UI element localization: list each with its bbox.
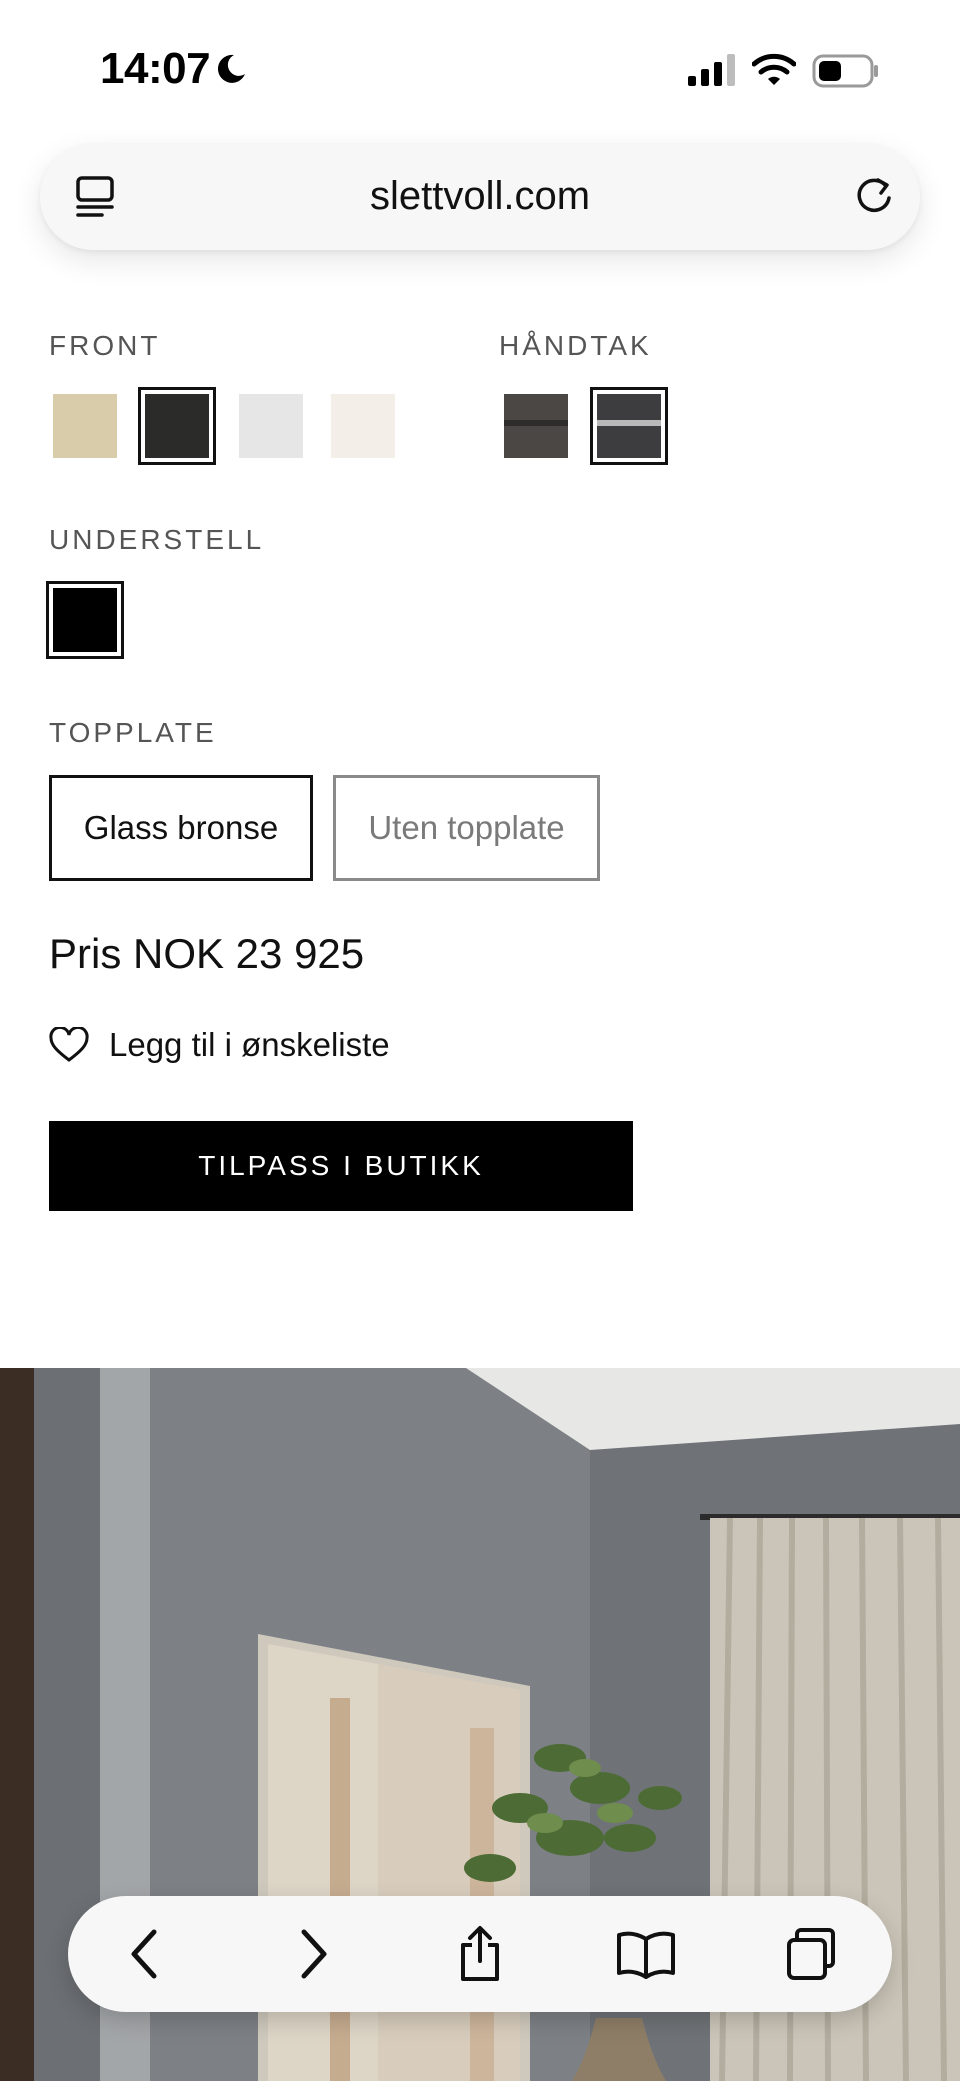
status-time: 14:07 [100, 44, 211, 93]
cellular-signal-icon [688, 54, 735, 86]
share-icon[interactable] [455, 1925, 505, 1983]
bookmarks-icon[interactable] [615, 1929, 677, 1979]
front-swatch-light-oak[interactable] [53, 394, 117, 458]
share-button[interactable] [448, 1922, 512, 1986]
price: Pris NOK 23 925 [49, 930, 365, 977]
forward-button[interactable] [280, 1922, 344, 1986]
address-bar[interactable]: slettvoll.com [40, 144, 920, 250]
add-to-wishlist[interactable]: Legg til i ønskeliste [49, 1026, 390, 1064]
heart-icon[interactable] [49, 1027, 89, 1063]
front-swatch-light-grey[interactable] [239, 394, 303, 458]
top-option-none[interactable]: Uten topplate [333, 775, 600, 881]
forward-icon[interactable] [292, 1928, 332, 1980]
handle-label: HÅNDTAK [499, 330, 652, 361]
reload-icon[interactable] [850, 172, 898, 220]
back-icon[interactable] [126, 1928, 166, 1980]
base-swatch-black[interactable] [46, 581, 124, 659]
handle-swatch-dark-bronze[interactable] [504, 394, 568, 458]
front-swatch-off-white[interactable] [331, 394, 395, 458]
status-bar: 14:07 [0, 0, 960, 130]
base-label: UNDERSTELL [49, 524, 265, 555]
top-option-glass-bronze[interactable]: Glass bronse [49, 775, 313, 881]
top-label: TOPPLATE [49, 717, 217, 748]
moon-icon [217, 54, 245, 83]
front-swatch-black[interactable] [138, 387, 216, 465]
wifi-icon [752, 53, 796, 85]
battery-icon [812, 54, 878, 88]
back-button[interactable] [114, 1922, 178, 1986]
tabs-icon[interactable] [783, 1926, 841, 1982]
front-label: FRONT [49, 330, 161, 361]
wishlist-label[interactable]: Legg til i ønskeliste [109, 1026, 390, 1064]
url-text[interactable]: slettvoll.com [40, 174, 920, 219]
handle-swatch-dark-grey[interactable] [590, 387, 668, 465]
tabs-button[interactable] [780, 1922, 844, 1986]
browser-toolbar [68, 1896, 892, 2012]
bookmarks-button[interactable] [614, 1922, 678, 1986]
customize-in-store-button[interactable]: TILPASS I BUTIKK [49, 1121, 633, 1211]
